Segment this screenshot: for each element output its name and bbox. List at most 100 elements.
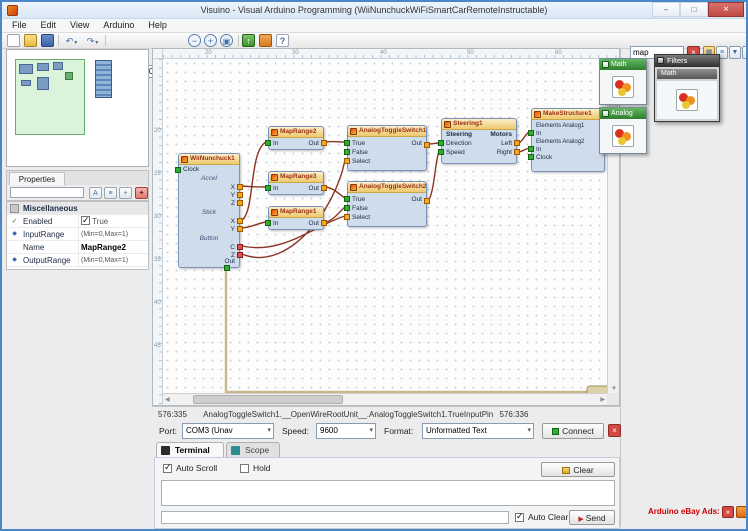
close-button[interactable] xyxy=(708,2,744,17)
auto-clear-checkbox[interactable] xyxy=(515,513,524,522)
categorized-view-icon[interactable]: ≡ xyxy=(104,187,117,199)
palette-more-icon[interactable] xyxy=(742,46,748,59)
wire-color-icon[interactable] xyxy=(259,34,272,47)
pin-panel-icon[interactable]: ✦ xyxy=(135,187,148,199)
pin-in[interactable] xyxy=(265,185,271,191)
block-makestructure1[interactable]: MakeStructure1 Elements Analog1 In Eleme… xyxy=(531,108,605,172)
tab-terminal[interactable]: Terminal xyxy=(156,442,224,458)
sort-az-icon[interactable]: A xyxy=(89,187,102,199)
terminal-output[interactable] xyxy=(161,480,615,506)
property-row-outputrange[interactable]: ◆ OutputRange (Min=0,Max=1) xyxy=(7,254,148,267)
canvas-content[interactable]: WiiNunchuck1 Clock Accel X Y Z Stick X Y… xyxy=(163,59,607,393)
category-header-math[interactable]: Math xyxy=(600,59,646,70)
pin-out[interactable] xyxy=(424,142,430,148)
connect-button[interactable]: Connect xyxy=(542,423,604,439)
pin-out[interactable] xyxy=(321,140,327,146)
block-maprange1[interactable]: MapRange1 In Out xyxy=(268,206,324,230)
pin-false[interactable] xyxy=(344,149,350,155)
pin-clock[interactable] xyxy=(175,167,181,173)
block-header[interactable]: MapRange1 xyxy=(269,207,323,218)
pin-button-z[interactable] xyxy=(237,252,243,258)
enabled-checkbox[interactable] xyxy=(81,216,90,225)
block-analogtoggleswitch1[interactable]: AnalogToggleSwitch1 True False Select Ou… xyxy=(347,125,427,171)
menu-arduino[interactable]: Arduino xyxy=(96,19,141,31)
tab-properties[interactable]: Properties xyxy=(9,172,65,186)
filters-window[interactable]: Filters Math xyxy=(654,54,720,122)
filters-category-math[interactable]: Math xyxy=(657,69,717,79)
block-maprange3[interactable]: MapRange3 In Out xyxy=(268,171,324,195)
tab-scope[interactable]: Scope xyxy=(226,442,280,458)
close-ads-icon[interactable]: × xyxy=(722,506,734,518)
component-tile[interactable] xyxy=(600,119,646,153)
speed-select[interactable]: 9600 xyxy=(316,423,376,439)
pin-stick-x[interactable] xyxy=(237,218,243,224)
property-row-enabled[interactable]: ✓ Enabled True xyxy=(7,215,148,228)
pin-direction[interactable] xyxy=(438,140,444,146)
pin-out[interactable] xyxy=(224,265,230,271)
zoom-fit-icon[interactable] xyxy=(220,34,233,47)
ebay-ad-icon[interactable] xyxy=(736,506,748,518)
block-analogtoggleswitch2[interactable]: AnalogToggleSwitch2 True False Select Ou… xyxy=(347,181,427,227)
pin-true[interactable] xyxy=(344,196,350,202)
horizontal-scrollbar[interactable]: ◀▶ xyxy=(163,393,607,405)
undo-icon[interactable] xyxy=(62,34,81,47)
scrollbar-thumb[interactable] xyxy=(193,395,343,404)
pin-select[interactable] xyxy=(344,214,350,220)
help-icon[interactable] xyxy=(276,34,289,47)
zoom-out-icon[interactable] xyxy=(188,34,201,47)
block-header[interactable]: MakeStructure1 xyxy=(532,109,604,120)
category-header-analog[interactable]: Analog xyxy=(600,108,646,119)
pin-true[interactable] xyxy=(344,140,350,146)
property-row-inputrange[interactable]: ◆ InputRange (Min=0,Max=1) xyxy=(7,228,148,241)
pin-right[interactable] xyxy=(514,149,520,155)
block-wiinunchuck1[interactable]: WiiNunchuck1 Clock Accel X Y Z Stick X Y… xyxy=(178,153,240,268)
block-header[interactable]: MapRange3 xyxy=(269,172,323,183)
property-category-row[interactable]: Miscellaneous xyxy=(7,202,148,215)
pin-in-analog1[interactable] xyxy=(528,130,534,136)
menu-help[interactable]: Help xyxy=(141,19,174,31)
overview-minimap[interactable] xyxy=(6,49,149,167)
pin-out[interactable] xyxy=(424,198,430,204)
title-bar[interactable]: Visuino - Visual Arduino Programming (Wi… xyxy=(2,2,746,19)
pin-accel-z[interactable] xyxy=(237,200,243,206)
pin-clock[interactable] xyxy=(528,154,534,160)
hold-checkbox[interactable] xyxy=(240,464,249,473)
palette-category-analog[interactable]: Analog xyxy=(599,107,647,154)
block-steering1[interactable]: Steering1 Steering Motors Direction Spee… xyxy=(441,118,517,164)
send-button[interactable]: ▶Send xyxy=(569,510,615,525)
properties-search-input[interactable] xyxy=(10,187,84,198)
expand-all-icon[interactable]: + xyxy=(119,187,132,199)
block-header[interactable]: AnalogToggleSwitch2 xyxy=(348,182,426,193)
upload-arduino-icon[interactable] xyxy=(242,34,255,47)
pin-in[interactable] xyxy=(265,220,271,226)
pin-out[interactable] xyxy=(321,185,327,191)
zoom-in-icon[interactable] xyxy=(204,34,217,47)
send-input[interactable] xyxy=(161,511,509,524)
open-file-icon[interactable] xyxy=(24,34,37,47)
component-tile[interactable] xyxy=(657,81,717,119)
filters-window-titlebar[interactable]: Filters xyxy=(655,55,719,67)
pin-in-analog2[interactable] xyxy=(528,146,534,152)
pin-stick-y[interactable] xyxy=(237,226,243,232)
clear-button[interactable]: Clear xyxy=(541,462,615,477)
pin-left[interactable] xyxy=(514,140,520,146)
format-select[interactable]: Unformatted Text xyxy=(422,423,534,439)
menu-edit[interactable]: Edit xyxy=(34,19,64,31)
design-canvas[interactable]: 20 30 40 50 60 20 25 30 35 40 45 xyxy=(152,48,620,406)
palette-category-math[interactable]: Math xyxy=(599,58,647,105)
redo-icon[interactable] xyxy=(83,34,102,47)
block-header[interactable]: Steering1 xyxy=(442,119,516,130)
pin-out[interactable] xyxy=(321,220,327,226)
block-maprange2[interactable]: MapRange2 In Out xyxy=(268,126,324,150)
close-terminal-panel-icon[interactable]: × xyxy=(608,424,621,437)
block-header[interactable]: MapRange2 xyxy=(269,127,323,138)
block-header[interactable]: WiiNunchuck1 xyxy=(179,154,239,165)
menu-view[interactable]: View xyxy=(63,19,96,31)
pin-button-c[interactable] xyxy=(237,244,243,250)
palette-filter-icon[interactable]: ▼ xyxy=(729,46,741,59)
pin-in[interactable] xyxy=(265,140,271,146)
pin-false[interactable] xyxy=(344,205,350,211)
pin-accel-x[interactable] xyxy=(237,184,243,190)
component-tile[interactable] xyxy=(600,70,646,104)
pin-accel-y[interactable] xyxy=(237,192,243,198)
